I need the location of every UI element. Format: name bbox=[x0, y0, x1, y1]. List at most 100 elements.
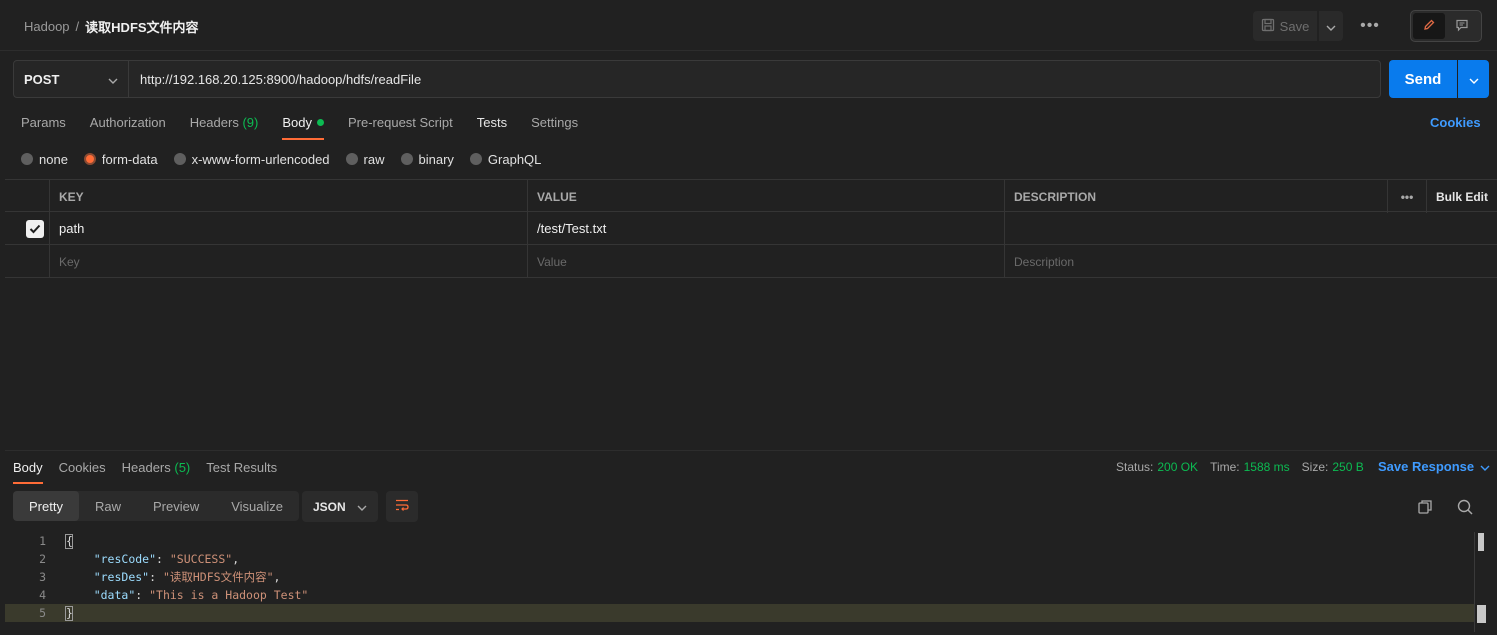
radio-circle bbox=[21, 153, 33, 165]
json-value: "SUCCESS" bbox=[169, 552, 233, 566]
tab-body[interactable]: Body bbox=[282, 112, 324, 140]
code-line: 1 { bbox=[5, 532, 1475, 550]
response-body-code[interactable]: 1 { 2 "resCode": "SUCCESS", 3 "resDes": … bbox=[5, 532, 1497, 632]
chevron-down-icon bbox=[108, 72, 118, 87]
row-checkbox[interactable] bbox=[26, 219, 44, 238]
radio-form-data[interactable]: form-data bbox=[83, 152, 158, 167]
radio-x-www-form-urlencoded[interactable]: x-www-form-urlencoded bbox=[173, 151, 330, 167]
response-tab-cookies[interactable]: Cookies bbox=[59, 458, 106, 484]
radio-binary[interactable]: binary bbox=[400, 152, 454, 167]
json-key: "resDes" bbox=[93, 570, 150, 584]
response-tab-test-results[interactable]: Test Results bbox=[206, 458, 277, 484]
save-group: Save bbox=[1253, 11, 1343, 41]
send-group: Send bbox=[1389, 60, 1489, 98]
status-value[interactable]: 200 OK bbox=[1157, 460, 1198, 474]
wrap-lines-button[interactable] bbox=[386, 491, 418, 522]
bulk-edit-button[interactable]: Bulk Edit bbox=[1427, 180, 1497, 213]
line-number: 2 bbox=[39, 552, 46, 566]
headers-count: (9) bbox=[242, 114, 259, 130]
view-tab-visualize[interactable]: Visualize bbox=[215, 491, 299, 521]
send-button[interactable]: Send bbox=[1389, 60, 1457, 98]
row-description-input[interactable] bbox=[1005, 212, 1497, 245]
row-checkbox-cell bbox=[5, 212, 50, 245]
save-dropdown-button[interactable] bbox=[1319, 11, 1343, 41]
breadcrumb-request-name[interactable]: 读取HDFS文件内容 bbox=[85, 17, 198, 36]
chevron-down-icon bbox=[1480, 459, 1490, 474]
tab-label: Cookies bbox=[58, 459, 106, 475]
tab-label: Test Results bbox=[206, 459, 278, 475]
radio-circle bbox=[345, 153, 358, 165]
tab-label: Settings bbox=[531, 114, 579, 130]
comments-mode-button[interactable] bbox=[1445, 13, 1479, 39]
code-line: 3 "resDes": "读取HDFS文件内容", bbox=[5, 568, 1475, 586]
new-key-input[interactable]: Key bbox=[50, 245, 528, 278]
radio-circle bbox=[400, 153, 413, 165]
tab-params[interactable]: Params bbox=[21, 112, 66, 140]
save-label: Save bbox=[1279, 18, 1310, 34]
tab-label: Pre-request Script bbox=[347, 114, 453, 130]
tab-label: Params bbox=[21, 114, 66, 130]
size-label: Size: bbox=[1301, 460, 1329, 474]
radio-graphql[interactable]: GraphQL bbox=[469, 151, 542, 167]
mode-toggle bbox=[1410, 10, 1482, 42]
line-number: 4 bbox=[39, 588, 46, 602]
save-response-button[interactable]: Save Response bbox=[1378, 459, 1490, 474]
row-value-input[interactable]: /test/Test.txt bbox=[528, 212, 1005, 245]
comment-icon bbox=[1455, 18, 1469, 35]
code-text: "data": "This is a Hadoop Test" bbox=[93, 588, 309, 602]
table-more-button[interactable]: ••• bbox=[1388, 180, 1427, 213]
code-line: 4 "data": "This is a Hadoop Test" bbox=[5, 586, 1475, 604]
method-select[interactable]: POST bbox=[13, 60, 129, 98]
chevron-down-icon bbox=[1469, 72, 1479, 87]
size-value[interactable]: 250 B bbox=[1332, 460, 1363, 474]
time-label: Time: bbox=[1210, 460, 1240, 474]
code-overview-cursor-marker bbox=[1477, 605, 1486, 623]
radio-label: GraphQL bbox=[487, 151, 542, 167]
code-scrollbar-thumb[interactable] bbox=[1478, 533, 1484, 551]
new-value-input[interactable]: Value bbox=[528, 245, 1005, 278]
radio-raw[interactable]: raw bbox=[345, 152, 385, 167]
breadcrumb-separator: / bbox=[75, 19, 80, 34]
breadcrumb-collection[interactable]: Hadoop bbox=[24, 19, 70, 34]
table-row-empty: Key Value Description bbox=[5, 245, 1497, 278]
send-dropdown-button[interactable] bbox=[1458, 60, 1489, 98]
tab-label: Body bbox=[282, 114, 312, 130]
tab-label: Headers bbox=[121, 459, 171, 475]
status-label: Status: bbox=[1116, 460, 1154, 474]
radio-none[interactable]: none bbox=[21, 152, 68, 167]
response-tab-body[interactable]: Body bbox=[13, 458, 43, 484]
tab-headers[interactable]: Headers (9) bbox=[190, 112, 259, 140]
response-divider[interactable] bbox=[5, 450, 1497, 451]
chevron-down-icon bbox=[357, 500, 367, 514]
copy-icon[interactable] bbox=[1416, 498, 1434, 516]
more-actions-button[interactable]: ••• bbox=[1358, 14, 1382, 38]
url-input[interactable]: http://192.168.20.125:8900/hadoop/hdfs/r… bbox=[128, 60, 1381, 98]
tab-label: Body bbox=[13, 459, 43, 475]
view-tab-raw[interactable]: Raw bbox=[79, 491, 137, 521]
body-indicator-dot bbox=[316, 118, 324, 126]
new-description-input[interactable]: Description bbox=[1005, 245, 1497, 278]
header-key: KEY bbox=[50, 180, 528, 213]
save-button[interactable]: Save bbox=[1253, 11, 1317, 41]
tab-authorization[interactable]: Authorization bbox=[90, 112, 166, 140]
edit-mode-button[interactable] bbox=[1413, 13, 1445, 39]
tab-pre-request-script[interactable]: Pre-request Script bbox=[348, 112, 453, 140]
json-value: "读取HDFS文件内容" bbox=[162, 570, 274, 584]
search-icon[interactable] bbox=[1456, 498, 1474, 516]
format-select[interactable]: JSON bbox=[302, 491, 378, 522]
row-key-input[interactable]: path bbox=[50, 212, 528, 245]
bracket-match-highlight bbox=[65, 606, 73, 621]
view-tab-pretty[interactable]: Pretty bbox=[13, 491, 79, 521]
tab-tests[interactable]: Tests bbox=[477, 112, 507, 140]
tab-settings[interactable]: Settings bbox=[531, 112, 578, 140]
cookies-link[interactable]: Cookies bbox=[1430, 115, 1481, 130]
tab-label: Tests bbox=[476, 114, 508, 130]
radio-label: x-www-form-urlencoded bbox=[191, 151, 330, 167]
view-tab-preview[interactable]: Preview bbox=[137, 491, 215, 521]
more-horizontal-icon: ••• bbox=[1360, 17, 1380, 34]
response-tab-headers[interactable]: Headers (5) bbox=[122, 458, 191, 484]
save-icon bbox=[1261, 18, 1275, 35]
line-number: 3 bbox=[39, 570, 46, 584]
time-value[interactable]: 1588 ms bbox=[1244, 460, 1290, 474]
body-type-radios: none form-data x-www-form-urlencoded raw… bbox=[21, 150, 557, 168]
